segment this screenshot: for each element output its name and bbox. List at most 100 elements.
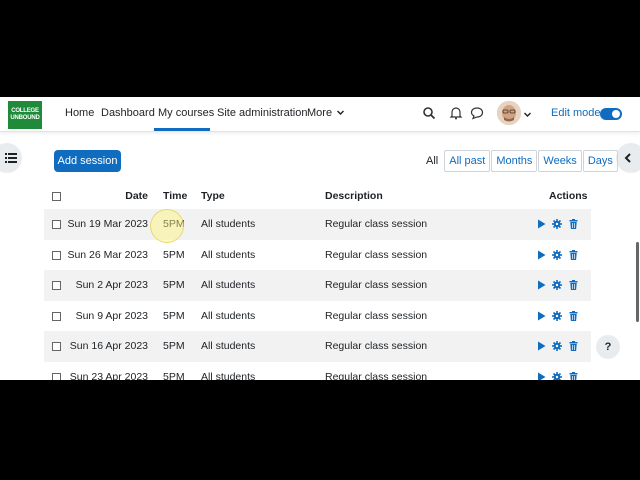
- row-select-checkbox[interactable]: [52, 250, 61, 260]
- cell-actions: [536, 219, 578, 230]
- row-select-checkbox[interactable]: [52, 342, 61, 352]
- cell-type: All students: [201, 370, 256, 380]
- page-scrollbar[interactable]: [636, 242, 639, 322]
- cell-description: Regular class session: [325, 218, 428, 231]
- row-select-checkbox[interactable]: [52, 281, 61, 291]
- take-attendance-play-icon[interactable]: [536, 280, 546, 290]
- cell-date: Sun 16 Apr 2023: [69, 340, 148, 353]
- table-row: Sun 26 Mar 2023 5PM All students Regular cl…: [44, 240, 591, 271]
- block-drawer-button[interactable]: [616, 143, 640, 173]
- row-select-checkbox[interactable]: [52, 311, 61, 321]
- header-description: Description: [325, 190, 383, 202]
- site-logo[interactable]: COLLEGE UNBOUND: [8, 101, 42, 129]
- table-row: Sun 23 Apr 2023 5PM All students Regular cl…: [44, 362, 591, 380]
- cell-actions: [536, 249, 578, 260]
- edit-session-gear-icon[interactable]: [552, 341, 562, 352]
- edit-mode-toggle[interactable]: [600, 108, 622, 120]
- search-icon[interactable]: [422, 106, 438, 122]
- cell-actions: [536, 341, 578, 352]
- cell-actions: [536, 371, 578, 380]
- edit-session-gear-icon[interactable]: [552, 249, 562, 260]
- cell-actions: [536, 280, 578, 291]
- nav-more[interactable]: More: [307, 107, 345, 119]
- cell-time: 5PM: [163, 340, 185, 353]
- cell-type: All students: [201, 248, 256, 261]
- filter-months[interactable]: Months: [491, 150, 538, 172]
- sessions-table: Date Time Type Description Actions Sun 1…: [44, 183, 591, 380]
- take-attendance-play-icon[interactable]: [536, 372, 546, 380]
- cell-type: All students: [201, 279, 256, 292]
- cell-time: 5PM: [163, 279, 185, 292]
- row-select-checkbox[interactable]: [52, 220, 61, 230]
- list-icon: [5, 153, 17, 163]
- add-session-button[interactable]: Add session: [54, 150, 121, 172]
- nav-dashboard[interactable]: Dashboard: [101, 107, 155, 119]
- delete-session-trash-icon[interactable]: [568, 280, 578, 291]
- cell-description: Regular class session: [325, 370, 428, 380]
- edit-session-gear-icon[interactable]: [552, 371, 562, 380]
- delete-session-trash-icon[interactable]: [568, 310, 578, 321]
- course-index-drawer-button[interactable]: [0, 143, 22, 173]
- cell-time: 5PM: [163, 248, 185, 261]
- notifications-bell-icon[interactable]: [449, 106, 465, 122]
- cell-date: Sun 9 Apr 2023: [75, 309, 148, 322]
- select-all-checkbox[interactable]: [52, 192, 61, 201]
- nav-my-courses[interactable]: My courses: [158, 107, 214, 119]
- take-attendance-play-icon[interactable]: [536, 219, 546, 229]
- nav-home[interactable]: Home: [65, 107, 94, 119]
- table-header: Date Time Type Description Actions: [44, 183, 591, 209]
- cell-time: 5PM: [163, 309, 185, 322]
- edit-session-gear-icon[interactable]: [552, 310, 562, 321]
- table-row: Sun 19 Mar 2023 5PM All students Regular cl…: [44, 209, 591, 240]
- delete-session-trash-icon[interactable]: [568, 249, 578, 260]
- cell-time: 5PM: [163, 370, 185, 380]
- cell-actions: [536, 310, 578, 321]
- chevron-down-icon: [337, 110, 345, 116]
- cell-date: Sun 26 Mar 2023: [67, 248, 148, 261]
- table-row: Sun 9 Apr 2023 5PM All students Regular cla…: [44, 301, 591, 332]
- take-attendance-play-icon[interactable]: [536, 250, 546, 260]
- chevron-left-icon: [624, 153, 631, 163]
- filter-all-past[interactable]: All past: [444, 150, 491, 172]
- filter-all[interactable]: All: [421, 150, 443, 172]
- cell-type: All students: [201, 340, 256, 353]
- header-actions: Actions: [549, 190, 588, 202]
- messages-icon[interactable]: [470, 106, 486, 122]
- cell-type: All students: [201, 309, 256, 322]
- nav-active-indicator: [154, 128, 210, 131]
- cell-description: Regular class session: [325, 340, 428, 353]
- row-select-checkbox[interactable]: [52, 372, 61, 380]
- edit-session-gear-icon[interactable]: [552, 219, 562, 230]
- cell-description: Regular class session: [325, 309, 428, 322]
- cursor-highlight: [150, 209, 184, 243]
- delete-session-trash-icon[interactable]: [568, 371, 578, 380]
- cell-date: Sun 19 Mar 2023: [67, 218, 148, 231]
- cell-type: All students: [201, 218, 256, 231]
- filter-weeks[interactable]: Weeks: [538, 150, 582, 172]
- cell-date: Sun 23 Apr 2023: [69, 370, 148, 380]
- help-button[interactable]: ?: [596, 335, 620, 359]
- user-avatar-image: [497, 101, 521, 125]
- edit-session-gear-icon[interactable]: [552, 280, 562, 291]
- cell-description: Regular class session: [325, 248, 428, 261]
- top-navbar: COLLEGE UNBOUND Home Dashboard My courses…: [0, 97, 640, 132]
- take-attendance-play-icon[interactable]: [536, 311, 546, 321]
- header-date[interactable]: Date: [125, 190, 148, 202]
- header-type: Type: [201, 190, 225, 202]
- table-row: Sun 2 Apr 2023 5PM All students Regular cla…: [44, 270, 591, 301]
- cell-date: Sun 2 Apr 2023: [75, 279, 148, 292]
- header-time[interactable]: Time: [163, 190, 187, 202]
- user-avatar[interactable]: [497, 101, 521, 125]
- table-body: Sun 19 Mar 2023 5PM All students Regular cl…: [44, 209, 591, 380]
- take-attendance-play-icon[interactable]: [536, 341, 546, 351]
- nav-site-administration[interactable]: Site administration: [217, 107, 308, 119]
- nav-more-label: More: [307, 107, 333, 119]
- delete-session-trash-icon[interactable]: [568, 341, 578, 352]
- table-row: Sun 16 Apr 2023 5PM All students Regular cl…: [44, 331, 591, 362]
- cell-description: Regular class session: [325, 279, 428, 292]
- delete-session-trash-icon[interactable]: [568, 219, 578, 230]
- user-menu-chevron-icon[interactable]: [524, 112, 531, 118]
- session-filter-group: All All past Months Weeks Days: [420, 150, 618, 172]
- filter-days[interactable]: Days: [582, 150, 618, 172]
- edit-mode-label: Edit mode: [551, 107, 601, 119]
